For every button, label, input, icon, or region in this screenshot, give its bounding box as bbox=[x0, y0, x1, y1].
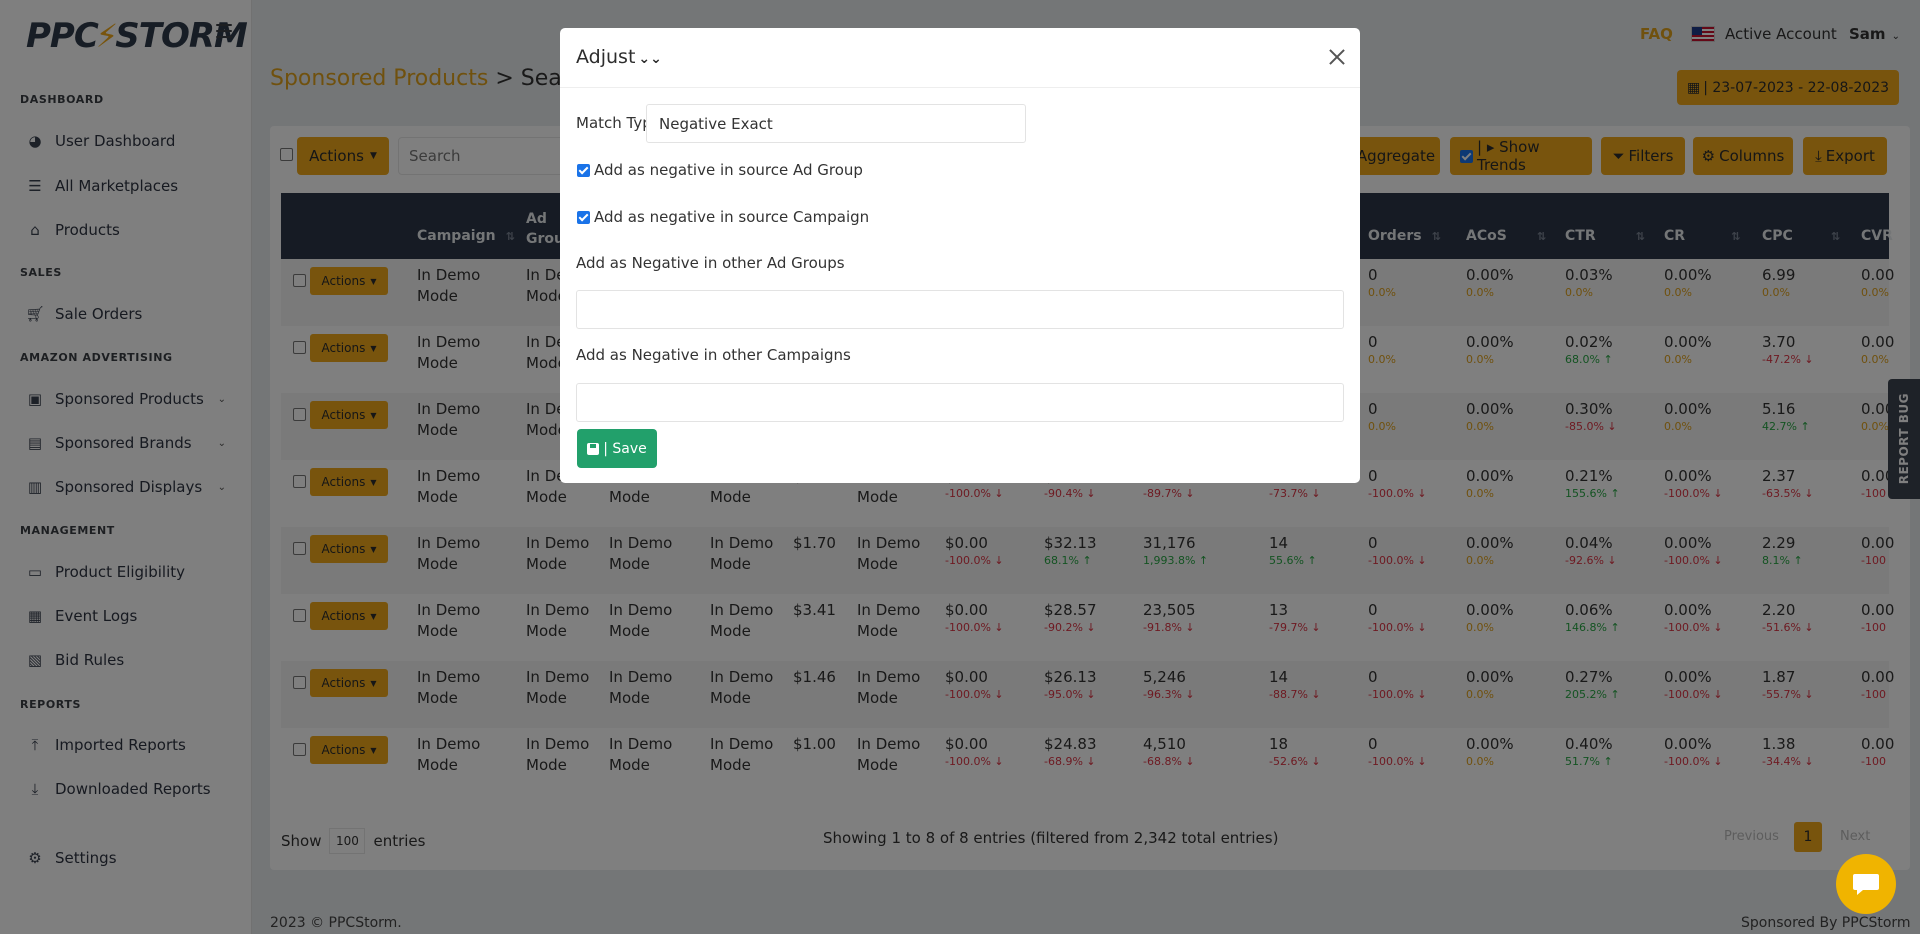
source-ad-group-checkbox[interactable]: Add as negative in source Ad Group bbox=[577, 161, 863, 179]
checkbox-checked[interactable] bbox=[577, 163, 590, 177]
other-ad-groups-label: Add as Negative in other Ad Groups bbox=[576, 254, 845, 272]
source-campaign-checkbox[interactable]: Add as negative in source Campaign bbox=[577, 208, 869, 226]
double-chevron-down-icon: ⌄⌄ bbox=[638, 51, 662, 67]
modal-title: Adjust ⌄⌄ bbox=[576, 46, 662, 68]
save-button[interactable]: | Save bbox=[577, 429, 657, 468]
other-campaigns-label: Add as Negative in other Campaigns bbox=[576, 346, 851, 364]
adjust-modal: Adjust ⌄⌄ Match Type Negative Exact Add a… bbox=[560, 28, 1360, 483]
other-ad-groups-input[interactable] bbox=[576, 290, 1344, 329]
checkbox-checked[interactable] bbox=[577, 210, 590, 224]
chat-widget-button[interactable] bbox=[1836, 854, 1896, 914]
close-icon[interactable] bbox=[1328, 48, 1346, 66]
other-campaigns-input[interactable] bbox=[576, 383, 1344, 422]
match-type-field[interactable]: Negative Exact bbox=[646, 104, 1026, 143]
modal-header: Adjust ⌄⌄ bbox=[560, 28, 1360, 88]
chat-icon bbox=[1853, 874, 1879, 895]
save-icon bbox=[587, 442, 600, 455]
